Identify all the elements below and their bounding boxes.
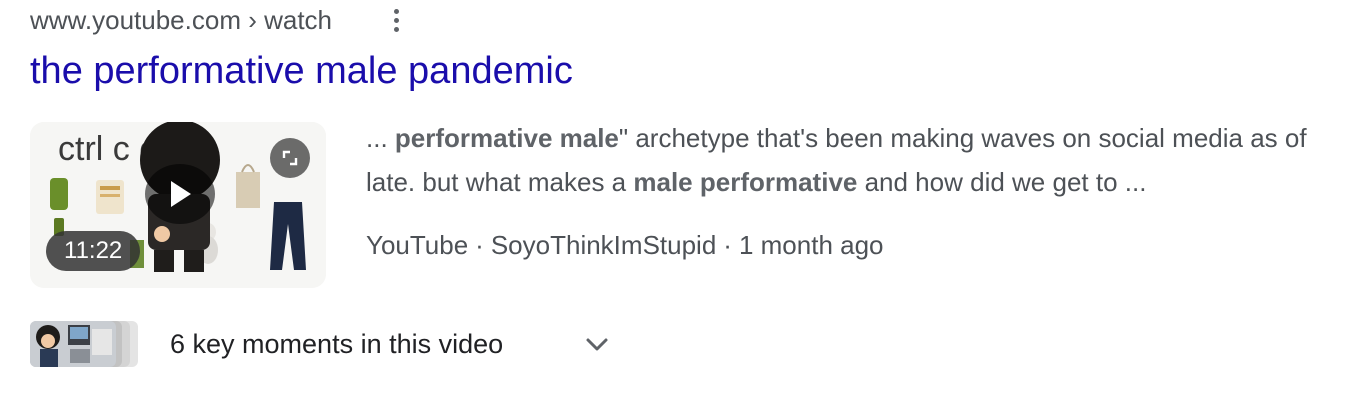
more-vert-icon[interactable] xyxy=(384,6,408,34)
snippet-highlight: male performative xyxy=(633,167,858,197)
play-glyph xyxy=(171,181,191,207)
result-url-breadcrumb[interactable]: www.youtube.com › watch xyxy=(30,4,332,36)
expand-glyph xyxy=(282,150,298,166)
breadcrumb-text: www.youtube.com › watch xyxy=(30,4,333,35)
video-duration-badge: 11:22 xyxy=(46,231,141,271)
result-title-link[interactable]: the performative male pandemic xyxy=(30,50,573,93)
source-age: 1 month ago xyxy=(738,230,884,260)
result-snippet: ... performative male" archetype that's … xyxy=(366,116,1326,204)
source-separator: · xyxy=(475,230,484,260)
key-moments-label: 6 key moments in this video xyxy=(170,328,504,359)
chevron-down-icon[interactable] xyxy=(582,330,612,360)
key-moments-toggle[interactable]: 6 key moments in this video xyxy=(30,318,630,370)
expand-icon[interactable] xyxy=(270,138,310,178)
snippet-text: ... xyxy=(366,123,395,153)
play-icon[interactable] xyxy=(145,164,215,224)
snippet-highlight: performative male xyxy=(394,123,619,153)
snippet-text: and how did we get to ... xyxy=(857,167,1147,197)
source-separator: · xyxy=(723,230,732,260)
source-site: YouTube xyxy=(366,230,469,260)
search-result: www.youtube.com › watch the performative… xyxy=(0,0,1352,400)
result-source-line: YouTube · SoyoThinkImStupid · 1 month ago xyxy=(366,230,884,261)
key-moments-thumbnails xyxy=(30,319,140,369)
source-channel: SoyoThinkImStupid xyxy=(490,230,717,260)
